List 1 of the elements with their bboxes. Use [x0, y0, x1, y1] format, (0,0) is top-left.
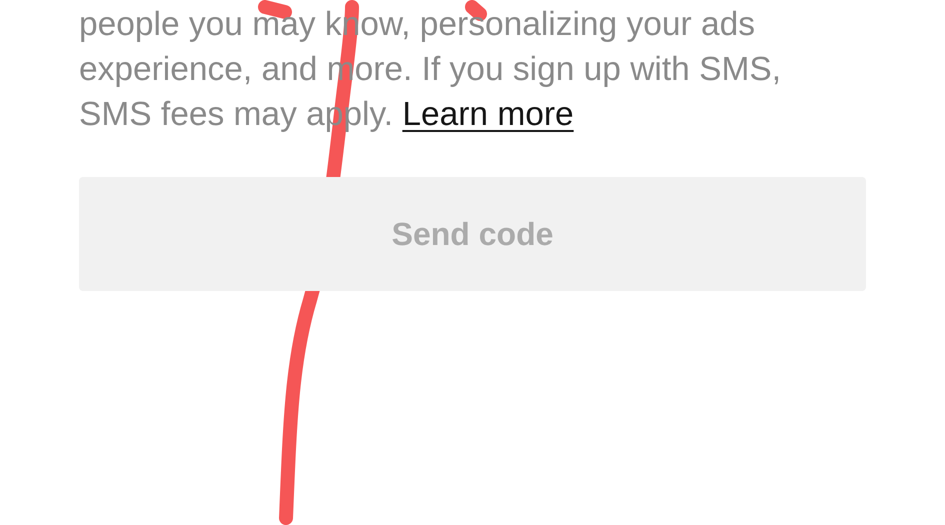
- learn-more-link[interactable]: Learn more: [402, 96, 574, 133]
